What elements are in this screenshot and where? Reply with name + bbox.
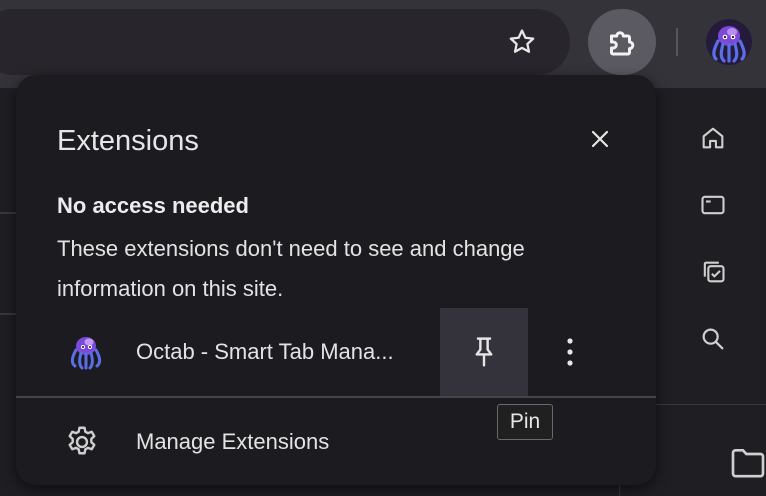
extension-row[interactable]: Octab - Smart Tab Mana... [16, 308, 656, 396]
bookmark-star-button[interactable] [500, 20, 544, 64]
background-divider [0, 212, 16, 214]
close-icon [591, 130, 609, 148]
pin-tooltip: Pin [497, 404, 553, 440]
pin-icon [475, 337, 493, 367]
home-icon [702, 127, 724, 149]
extensions-popup: Extensions No access needed These extens… [16, 75, 656, 485]
octopus-logo [71, 337, 101, 370]
search-button[interactable] [694, 320, 732, 358]
more-options-button[interactable] [550, 332, 590, 372]
pin-button[interactable] [440, 308, 528, 396]
manage-extensions-label: Manage Extensions [136, 429, 330, 454]
toolbar-divider [676, 28, 678, 56]
profile-avatar-button[interactable] [706, 19, 752, 65]
star-outline-icon [509, 29, 535, 53]
copy-check-icon [703, 261, 725, 283]
side-panel-divider [656, 404, 766, 405]
extensions-button[interactable] [588, 9, 656, 75]
section-heading: No access needed [57, 193, 249, 218]
manage-extensions-row[interactable]: Manage Extensions [16, 398, 656, 485]
extension-name: Octab - Smart Tab Mana... [136, 339, 394, 364]
search-icon [702, 328, 724, 350]
popup-title: Extensions [57, 125, 199, 157]
copy-check-button[interactable] [694, 253, 732, 291]
address-bar[interactable] [0, 9, 570, 75]
background-divider [0, 313, 16, 315]
close-button[interactable] [580, 119, 620, 159]
more-vertical-icon [567, 338, 573, 366]
octopus-avatar [706, 19, 752, 65]
tab-window-icon [701, 195, 725, 215]
tab-window-button[interactable] [694, 186, 732, 224]
home-button[interactable] [694, 119, 732, 157]
folder-button[interactable] [728, 442, 766, 487]
puzzle-piece-icon [610, 31, 635, 56]
folder-icon [731, 449, 765, 478]
section-description: These extensions don't need to see and c… [57, 236, 525, 301]
gear-icon [68, 426, 96, 455]
